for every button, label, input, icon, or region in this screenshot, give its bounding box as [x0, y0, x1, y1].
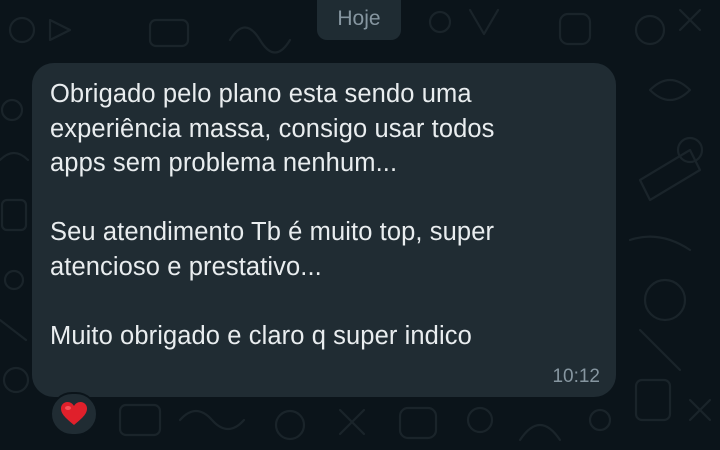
message-timestamp: 10:12: [552, 366, 600, 387]
date-label: Hoje: [337, 7, 381, 30]
message-paragraph-3: Muito obrigado e claro q super indico: [50, 321, 472, 350]
date-divider: Hoje: [317, 0, 401, 40]
message-paragraph-2: Seu atendimento Tb é muito top, super at…: [50, 218, 495, 281]
message-reaction[interactable]: [50, 392, 98, 436]
message-text: Obrigado pelo plano esta sendo uma exper…: [50, 77, 610, 353]
message-paragraph-1: Obrigado pelo plano esta sendo uma exper…: [50, 80, 495, 177]
message-bubble[interactable]: Obrigado pelo plano esta sendo uma exper…: [32, 63, 616, 397]
red-heart-icon: [61, 402, 87, 425]
